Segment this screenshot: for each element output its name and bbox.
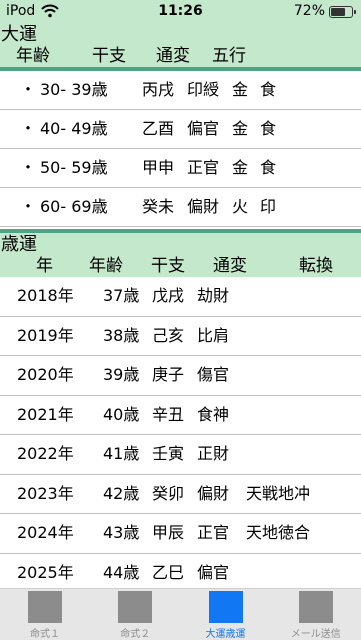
saiun-year: 2021年 xyxy=(17,404,74,424)
saiun-tsuhen: 食神 xyxy=(197,404,230,424)
daiun-header: 大運 年齢 干支 通変 五行 xyxy=(0,24,361,67)
daiun-tsuhen: 偏財 xyxy=(187,197,220,216)
daiun-gogyo-2: 印 xyxy=(260,197,277,216)
saiun-tsuhen: 劫財 xyxy=(197,286,230,305)
saiun-year: 2020年 xyxy=(17,365,74,384)
saiun-col-age: 年齢 xyxy=(89,256,123,276)
saiun-kanshi: 乙巳 xyxy=(152,562,185,582)
tab-label: 命式２ xyxy=(120,629,151,640)
tab-daiun-saiun[interactable]: 大運歳運 xyxy=(181,589,271,641)
daiun-bullet: ・ xyxy=(20,197,37,216)
saiun-tsuhen: 傷官 xyxy=(197,365,230,384)
daiun-col-gogyo: 五行 xyxy=(212,46,246,66)
tab-square-icon xyxy=(118,591,153,623)
saiun-kanshi: 己亥 xyxy=(152,325,185,345)
saiun-tsuhen: 偏財 xyxy=(197,483,230,503)
saiun-title: 歳運 xyxy=(1,234,37,255)
daiun-title: 大運 xyxy=(1,24,37,45)
daiun-tsuhen: 正官 xyxy=(187,158,220,177)
saiun-kanshi: 戊戌 xyxy=(152,286,185,305)
saiun-row[interactable]: 2022年 41歳 壬寅 正財 xyxy=(0,435,361,475)
saiun-tsuhen: 比肩 xyxy=(197,325,230,345)
saiun-row[interactable]: 2020年 39歳 庚子 傷官 xyxy=(0,356,361,396)
saiun-kanshi: 壬寅 xyxy=(152,444,185,463)
saiun-age: 44歳 xyxy=(103,562,140,582)
saiun-year: 2019年 xyxy=(17,325,74,345)
saiun-year: 2025年 xyxy=(17,562,74,582)
saiun-row[interactable]: 2023年 42歳 癸卯 偏財 天戦地冲 xyxy=(0,475,361,514)
saiun-tenkan: 天地徳合 xyxy=(246,523,311,542)
daiun-row[interactable]: ・ 40- 49歳 乙酉 偏官金食 xyxy=(0,110,361,149)
saiun-year: 2018年 xyxy=(17,286,74,305)
saiun-tsuhen: 偏官 xyxy=(197,562,230,582)
daiun-kanshi: 丙戌 xyxy=(142,80,175,99)
daiun-col-age: 年齢 xyxy=(16,46,50,66)
tab-label: 命式１ xyxy=(30,629,60,640)
tab-meishiki-2[interactable]: 命式２ xyxy=(90,589,180,641)
daiun-age: 30- 39歳 xyxy=(40,80,108,99)
tab-square-icon xyxy=(298,591,333,623)
daiun-age: 60- 69歳 xyxy=(40,197,108,216)
saiun-tenkan: 天戦地冲 xyxy=(246,483,311,503)
daiun-row[interactable]: ・ 60- 69歳 癸未 偏財火印 xyxy=(0,188,361,227)
saiun-age: 43歳 xyxy=(103,523,140,542)
tab-bar: 命式１ 命式２ 大運歳運 メール送信 xyxy=(0,588,361,640)
saiun-col-year: 年 xyxy=(36,256,53,276)
saiun-age: 38歳 xyxy=(103,325,140,345)
saiun-age: 41歳 xyxy=(103,444,140,463)
daiun-bullet: ・ xyxy=(20,158,37,177)
saiun-row[interactable]: 2024年 43歳 甲辰 正官 天地徳合 xyxy=(0,514,361,554)
daiun-bullet: ・ xyxy=(20,80,37,99)
tab-meishiki-1[interactable]: 命式１ xyxy=(0,589,90,641)
daiun-gogyo-1: 金 xyxy=(232,158,249,177)
daiun-gogyo-2: 食 xyxy=(260,158,277,177)
tab-label: メール送信 xyxy=(290,629,341,640)
daiun-gogyo-1: 金 xyxy=(232,80,249,99)
saiun-kanshi: 癸卯 xyxy=(152,483,185,503)
daiun-tsuhen: 偏官 xyxy=(187,119,220,138)
daiun-tsuhen: 印綬 xyxy=(187,80,220,99)
daiun-gogyo-2: 食 xyxy=(260,119,277,138)
tab-label: 大運歳運 xyxy=(205,629,246,640)
saiun-row[interactable]: 2021年 40歳 辛丑 食神 xyxy=(0,396,361,435)
daiun-kanshi: 乙酉 xyxy=(142,119,175,138)
saiun-year: 2022年 xyxy=(17,444,74,463)
saiun-col-tsuhen: 通変 xyxy=(213,256,247,276)
tab-mail[interactable]: メール送信 xyxy=(271,589,361,641)
saiun-header: 歳運 年 年齢 干支 通変 転換 xyxy=(0,233,361,277)
saiun-kanshi: 辛丑 xyxy=(152,404,185,424)
daiun-bullet: ・ xyxy=(20,119,37,138)
daiun-age: 40- 49歳 xyxy=(40,119,108,138)
daiun-kanshi: 癸未 xyxy=(142,197,175,216)
daiun-col-kanshi: 干支 xyxy=(92,46,126,66)
saiun-year: 2024年 xyxy=(17,523,74,542)
daiun-col-tsuhen: 通変 xyxy=(156,46,190,66)
daiun-age: 50- 59歳 xyxy=(40,158,108,177)
tab-square-icon xyxy=(208,591,243,623)
saiun-row[interactable]: 2018年 37歳 戊戌 劫財 xyxy=(0,277,361,317)
battery-icon xyxy=(329,6,356,18)
saiun-kanshi: 庚子 xyxy=(152,365,185,384)
tab-square-icon xyxy=(28,591,62,623)
daiun-gogyo-1: 火 xyxy=(232,197,249,216)
daiun-gogyo-2: 食 xyxy=(260,80,277,99)
saiun-age: 40歳 xyxy=(103,404,140,424)
daiun-gogyo-1: 金 xyxy=(232,119,249,138)
saiun-age: 39歳 xyxy=(103,365,140,384)
status-bar: iPod 11:26 72% xyxy=(0,0,361,24)
daiun-row[interactable]: ・ 50- 59歳 甲申 正官金食 xyxy=(0,149,361,188)
saiun-tsuhen: 正官 xyxy=(197,523,230,542)
daiun-row[interactable]: ・ 30- 39歳 丙戌 印綬金食 xyxy=(0,71,361,110)
saiun-col-kanshi: 干支 xyxy=(151,256,185,276)
saiun-age: 42歳 xyxy=(103,483,140,503)
saiun-col-tenkan: 転換 xyxy=(299,256,333,276)
saiun-age: 37歳 xyxy=(103,286,140,305)
daiun-kanshi: 甲申 xyxy=(142,158,175,177)
battery-percent: 72% xyxy=(293,3,325,19)
saiun-kanshi: 甲辰 xyxy=(152,523,185,542)
saiun-tsuhen: 正財 xyxy=(197,444,230,463)
saiun-row[interactable]: 2019年 38歳 己亥 比肩 xyxy=(0,317,361,356)
saiun-year: 2023年 xyxy=(17,483,74,503)
